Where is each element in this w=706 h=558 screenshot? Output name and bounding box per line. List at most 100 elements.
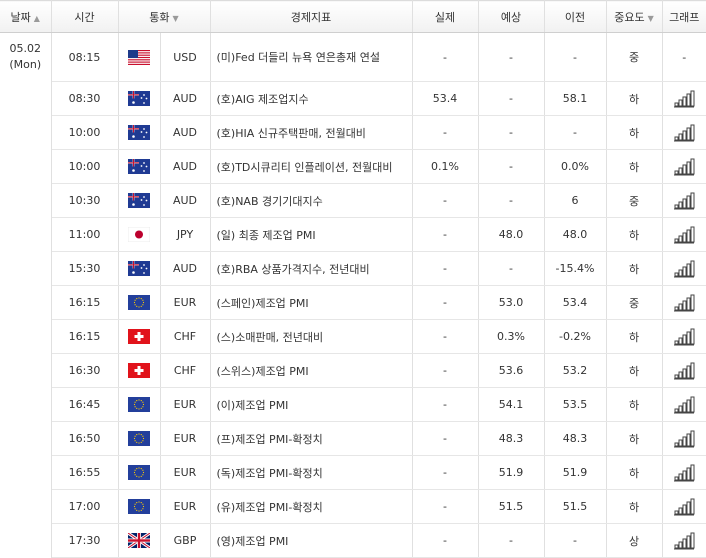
graph-cell[interactable]: [662, 489, 706, 524]
previous-cell: 51.5: [544, 489, 607, 524]
event-cell[interactable]: (스)소매판매, 전년대비: [210, 319, 413, 354]
event-cell[interactable]: (스페인)제조업 PMI: [210, 285, 413, 320]
flag-cell: [118, 387, 161, 422]
currency-cell: CHF: [160, 353, 211, 388]
actual-cell: -: [412, 489, 479, 524]
previous-cell: 6: [544, 183, 607, 218]
currency-cell: USD: [160, 32, 211, 82]
currency-header[interactable]: 통화 ▼: [118, 0, 211, 33]
previous-cell: 53.5: [544, 387, 607, 422]
currency-cell: AUD: [160, 81, 211, 116]
bar-chart-icon[interactable]: [673, 260, 695, 278]
flag-cell: [118, 115, 161, 150]
graph-cell[interactable]: [662, 353, 706, 388]
time-cell: 10:30: [51, 183, 119, 218]
forecast-cell: 53.6: [478, 353, 545, 388]
graph-cell[interactable]: [662, 115, 706, 150]
importance-cell: 하: [606, 81, 663, 116]
graph-cell[interactable]: [662, 81, 706, 116]
event-cell[interactable]: (유)제조업 PMI-확정치: [210, 489, 413, 524]
importance-cell: 하: [606, 455, 663, 490]
time-cell: 10:00: [51, 115, 119, 150]
graph-cell[interactable]: [662, 455, 706, 490]
table-row: 16:55 EUR (독)제조업 PMI-확정치 -51.9 51.9 하: [0, 455, 706, 490]
bar-chart-icon[interactable]: [673, 294, 695, 312]
graph-header: 그래프: [662, 0, 706, 33]
event-cell[interactable]: (호)RBA 상품가격지수, 전년대비: [210, 251, 413, 286]
forecast-cell: 48.0: [478, 217, 545, 252]
event-cell[interactable]: (일) 최종 제조업 PMI: [210, 217, 413, 252]
event-cell[interactable]: (호)HIA 신규주택판매, 전월대비: [210, 115, 413, 150]
bar-chart-icon[interactable]: [673, 532, 695, 550]
graph-cell[interactable]: [662, 149, 706, 184]
time-cell: 16:45: [51, 387, 119, 422]
graph-cell[interactable]: [662, 319, 706, 354]
currency-cell: EUR: [160, 285, 211, 320]
event-cell[interactable]: (미)Fed 더들리 뉴욕 연은총재 연설: [210, 32, 413, 82]
graph-cell[interactable]: [662, 523, 706, 558]
event-cell[interactable]: (이)제조업 PMI: [210, 387, 413, 422]
bar-chart-icon[interactable]: [673, 464, 695, 482]
importance-cell: 하: [606, 149, 663, 184]
bar-chart-icon[interactable]: [673, 396, 695, 414]
flag-au-icon: [128, 193, 150, 208]
flag-jp-icon: [127, 226, 151, 243]
bar-chart-icon[interactable]: [673, 362, 695, 380]
forecast-cell: 51.5: [478, 489, 545, 524]
flag-cell: [118, 149, 161, 184]
flag-cell: [118, 319, 161, 354]
time-cell: 16:15: [51, 319, 119, 354]
bar-chart-icon[interactable]: [673, 430, 695, 448]
bar-chart-icon[interactable]: [673, 124, 695, 142]
graph-cell[interactable]: [662, 285, 706, 320]
bar-chart-icon[interactable]: [673, 90, 695, 108]
flag-us-icon: [128, 49, 150, 65]
actual-cell: 0.1%: [412, 149, 479, 184]
actual-header: 실제: [412, 0, 479, 33]
bar-chart-icon[interactable]: [673, 498, 695, 516]
graph-cell[interactable]: [662, 183, 706, 218]
flag-au-icon: [128, 159, 150, 174]
graph-cell[interactable]: [662, 251, 706, 286]
graph-cell[interactable]: [662, 421, 706, 456]
table-row: 08:30 AUD (호)AIG 제조업지수 53.4-58.1 하: [0, 81, 706, 116]
currency-cell: AUD: [160, 183, 211, 218]
flag-cell: [118, 81, 161, 116]
event-cell[interactable]: (독)제조업 PMI-확정치: [210, 455, 413, 490]
currency-cell: EUR: [160, 455, 211, 490]
actual-cell: -: [412, 32, 479, 82]
sort-up-icon: ▲: [33, 13, 40, 23]
previous-cell: -: [544, 115, 607, 150]
currency-cell: JPY: [160, 217, 211, 252]
graph-cell[interactable]: [662, 387, 706, 422]
event-cell[interactable]: (스위스)제조업 PMI: [210, 353, 413, 388]
flag-eu-icon: [128, 295, 150, 310]
importance-cell: 하: [606, 217, 663, 252]
time-header: 시간: [51, 0, 119, 33]
flag-cell: [118, 455, 161, 490]
event-cell[interactable]: (영)제조업 PMI: [210, 523, 413, 558]
importance-cell: 하: [606, 251, 663, 286]
importance-header[interactable]: 중요도 ▼: [606, 0, 663, 33]
time-cell: 10:00: [51, 149, 119, 184]
graph-cell[interactable]: [662, 217, 706, 252]
currency-cell: GBP: [160, 523, 211, 558]
flag-ch-icon: [128, 363, 150, 378]
previous-cell: 48.0: [544, 217, 607, 252]
flag-cell: [118, 489, 161, 524]
event-cell[interactable]: (호)AIG 제조업지수: [210, 81, 413, 116]
event-cell[interactable]: (호)TD시큐리티 인플레이션, 전월대비: [210, 149, 413, 184]
actual-cell: 53.4: [412, 81, 479, 116]
day-label: (Mon): [9, 58, 42, 71]
forecast-cell: 53.0: [478, 285, 545, 320]
table-row: 16:15 EUR (스페인)제조업 PMI -53.0 53.4 중: [0, 285, 706, 320]
event-cell[interactable]: (프)제조업 PMI-확정치: [210, 421, 413, 456]
bar-chart-icon[interactable]: [673, 226, 695, 244]
actual-cell: -: [412, 251, 479, 286]
date-header[interactable]: 날짜 ▲: [0, 0, 52, 33]
previous-header: 이전: [544, 0, 607, 33]
bar-chart-icon[interactable]: [673, 328, 695, 346]
bar-chart-icon[interactable]: [673, 192, 695, 210]
bar-chart-icon[interactable]: [673, 158, 695, 176]
event-cell[interactable]: (호)NAB 경기기대지수: [210, 183, 413, 218]
